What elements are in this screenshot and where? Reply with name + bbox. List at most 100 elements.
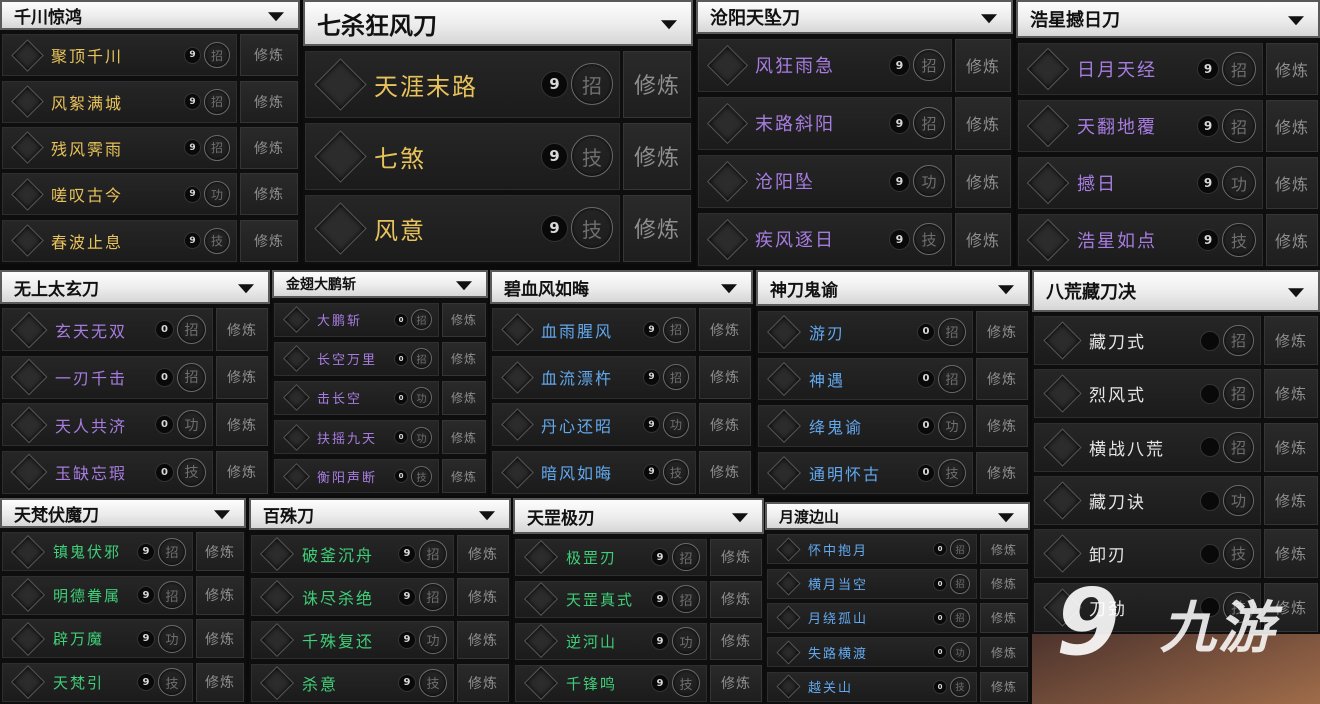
cultivate-button[interactable]: 修炼	[955, 212, 1011, 266]
panel-dropdown-header[interactable]: 月渡边山	[765, 502, 1030, 530]
cultivate-button[interactable]: 修炼	[457, 534, 509, 573]
skill-entry[interactable]: 神遇 0 招	[758, 357, 973, 400]
cultivate-button[interactable]: 修炼	[1264, 476, 1318, 526]
cultivate-button[interactable]: 修炼	[1266, 156, 1318, 209]
panel-dropdown-header[interactable]: 天罡极刃	[513, 498, 764, 534]
cultivate-button[interactable]: 修炼	[196, 575, 244, 615]
cultivate-button[interactable]: 修炼	[699, 450, 751, 494]
cultivate-button[interactable]: 修炼	[457, 577, 509, 616]
cultivate-button[interactable]: 修炼	[1264, 369, 1318, 419]
skill-entry[interactable]: 风意 9 技	[305, 194, 620, 262]
skill-entry[interactable]: 通明怀古 0 技	[758, 451, 973, 494]
skill-entry[interactable]: 横月当空 0 招	[767, 568, 977, 599]
skill-entry[interactable]: 怀中抱月 0 招	[767, 534, 977, 565]
cultivate-button[interactable]: 修炼	[976, 404, 1028, 447]
skill-entry[interactable]: 极罡刃 9 招	[515, 538, 707, 576]
cultivate-button[interactable]: 修炼	[442, 341, 486, 376]
skill-entry[interactable]: 丹心还昭 9 功	[492, 403, 696, 447]
cultivate-button[interactable]: 修炼	[196, 532, 244, 572]
skill-entry[interactable]: 月绕孤山 0 招	[767, 602, 977, 633]
panel-dropdown-header[interactable]: 千川惊鸿	[0, 0, 300, 30]
skill-entry[interactable]: 日月天经 9 招	[1018, 42, 1263, 95]
cultivate-button[interactable]: 修炼	[1264, 529, 1318, 579]
cultivate-button[interactable]: 修炼	[216, 403, 268, 447]
cultivate-button[interactable]: 修炼	[240, 34, 298, 77]
skill-entry[interactable]: 天涯末路 9 招	[305, 50, 620, 118]
cultivate-button[interactable]: 修炼	[699, 355, 751, 399]
panel-dropdown-header[interactable]: 八荒藏刀决	[1032, 270, 1320, 312]
panel-dropdown-header[interactable]: 天梵伏魔刀	[0, 498, 246, 528]
cultivate-button[interactable]: 修炼	[980, 568, 1028, 599]
skill-entry[interactable]: 残风霁雨 9 招	[2, 126, 237, 169]
skill-entry[interactable]: 暗风如晦 9 技	[492, 450, 696, 494]
cultivate-button[interactable]: 修炼	[196, 662, 244, 702]
skill-entry[interactable]: 烈风式 招	[1034, 369, 1261, 419]
skill-entry[interactable]: 击长空 0 功	[274, 380, 439, 415]
cultivate-button[interactable]: 修炼	[976, 310, 1028, 353]
chevron-down-icon[interactable]	[214, 510, 230, 520]
panel-dropdown-header[interactable]: 无上太玄刀	[0, 270, 270, 304]
panel-dropdown-header[interactable]: 碧血风如晦	[490, 270, 753, 304]
cultivate-button[interactable]: 修炼	[623, 122, 691, 190]
skill-entry[interactable]: 沧阳坠 9 功	[698, 154, 952, 208]
cultivate-button[interactable]: 修炼	[623, 194, 691, 262]
chevron-down-icon[interactable]	[721, 284, 737, 294]
skill-entry[interactable]: 末路斜阳 9 招	[698, 96, 952, 150]
cultivate-button[interactable]: 修炼	[976, 357, 1028, 400]
skill-entry[interactable]: 长空万里 0 招	[274, 341, 439, 376]
skill-entry[interactable]: 失路横渡 0 功	[767, 637, 977, 668]
skill-entry[interactable]: 衡阳声断 0 技	[274, 459, 439, 494]
panel-dropdown-header[interactable]: 沧阳天坠刀	[696, 0, 1013, 34]
cultivate-button[interactable]: 修炼	[240, 80, 298, 123]
skill-entry[interactable]: 玉缺忘瑕 0 技	[2, 450, 213, 494]
cultivate-button[interactable]: 修炼	[710, 622, 762, 660]
skill-entry[interactable]: 天梵引 9 技	[2, 662, 193, 702]
chevron-down-icon[interactable]	[1288, 16, 1304, 26]
cultivate-button[interactable]: 修炼	[1266, 213, 1318, 266]
cultivate-button[interactable]: 修炼	[976, 451, 1028, 494]
cultivate-button[interactable]: 修炼	[442, 302, 486, 337]
cultivate-button[interactable]: 修炼	[980, 602, 1028, 633]
skill-entry[interactable]: 春波止息 9 技	[2, 219, 237, 262]
cultivate-button[interactable]: 修炼	[980, 637, 1028, 668]
skill-entry[interactable]: 游刃 0 招	[758, 310, 973, 353]
cultivate-button[interactable]: 修炼	[216, 308, 268, 352]
cultivate-button[interactable]: 修炼	[442, 380, 486, 415]
chevron-down-icon[interactable]	[732, 513, 748, 523]
skill-entry[interactable]: 浩星如点 9 技	[1018, 213, 1263, 266]
skill-entry[interactable]: 疾风逐日 9 技	[698, 212, 952, 266]
chevron-down-icon[interactable]	[1288, 288, 1304, 298]
chevron-down-icon[interactable]	[268, 12, 284, 22]
cultivate-button[interactable]: 修炼	[442, 459, 486, 494]
cultivate-button[interactable]: 修炼	[240, 126, 298, 169]
skill-entry[interactable]: 绛鬼谕 0 功	[758, 404, 973, 447]
cultivate-button[interactable]: 修炼	[240, 219, 298, 262]
cultivate-button[interactable]: 修炼	[457, 663, 509, 702]
skill-entry[interactable]: 镇鬼伏邪 9 招	[2, 532, 193, 572]
chevron-down-icon[interactable]	[998, 513, 1014, 523]
skill-entry[interactable]: 逆河山 9 功	[515, 622, 707, 660]
skill-entry[interactable]: 撼日 9 功	[1018, 156, 1263, 209]
skill-entry[interactable]: 玄天无双 0 招	[2, 308, 213, 352]
skill-entry[interactable]: 一刃千击 0 招	[2, 355, 213, 399]
chevron-down-icon[interactable]	[981, 14, 997, 24]
cultivate-button[interactable]: 修炼	[442, 420, 486, 455]
cultivate-button[interactable]: 修炼	[623, 50, 691, 118]
cultivate-button[interactable]: 修炼	[1264, 316, 1318, 366]
skill-entry[interactable]: 辟万魔 9 功	[2, 619, 193, 659]
skill-entry[interactable]: 扶摇九天 0 功	[274, 420, 439, 455]
panel-dropdown-header[interactable]: 神刀鬼谕	[756, 270, 1030, 306]
skill-entry[interactable]: 明德眷属 9 招	[2, 575, 193, 615]
cultivate-button[interactable]: 修炼	[216, 450, 268, 494]
skill-entry[interactable]: 横战八荒 招	[1034, 422, 1261, 472]
cultivate-button[interactable]: 修炼	[955, 154, 1011, 208]
cultivate-button[interactable]: 修炼	[699, 308, 751, 352]
skill-entry[interactable]: 越关山 0 技	[767, 671, 977, 702]
chevron-down-icon[interactable]	[456, 281, 472, 291]
skill-entry[interactable]: 天人共济 0 功	[2, 403, 213, 447]
skill-entry[interactable]: 杀意 9 技	[251, 663, 454, 702]
skill-entry[interactable]: 嗟叹古今 9 功	[2, 173, 237, 216]
chevron-down-icon[interactable]	[238, 284, 254, 294]
skill-entry[interactable]: 千殊复还 9 功	[251, 620, 454, 659]
skill-entry[interactable]: 风狂雨急 9 招	[698, 38, 952, 92]
